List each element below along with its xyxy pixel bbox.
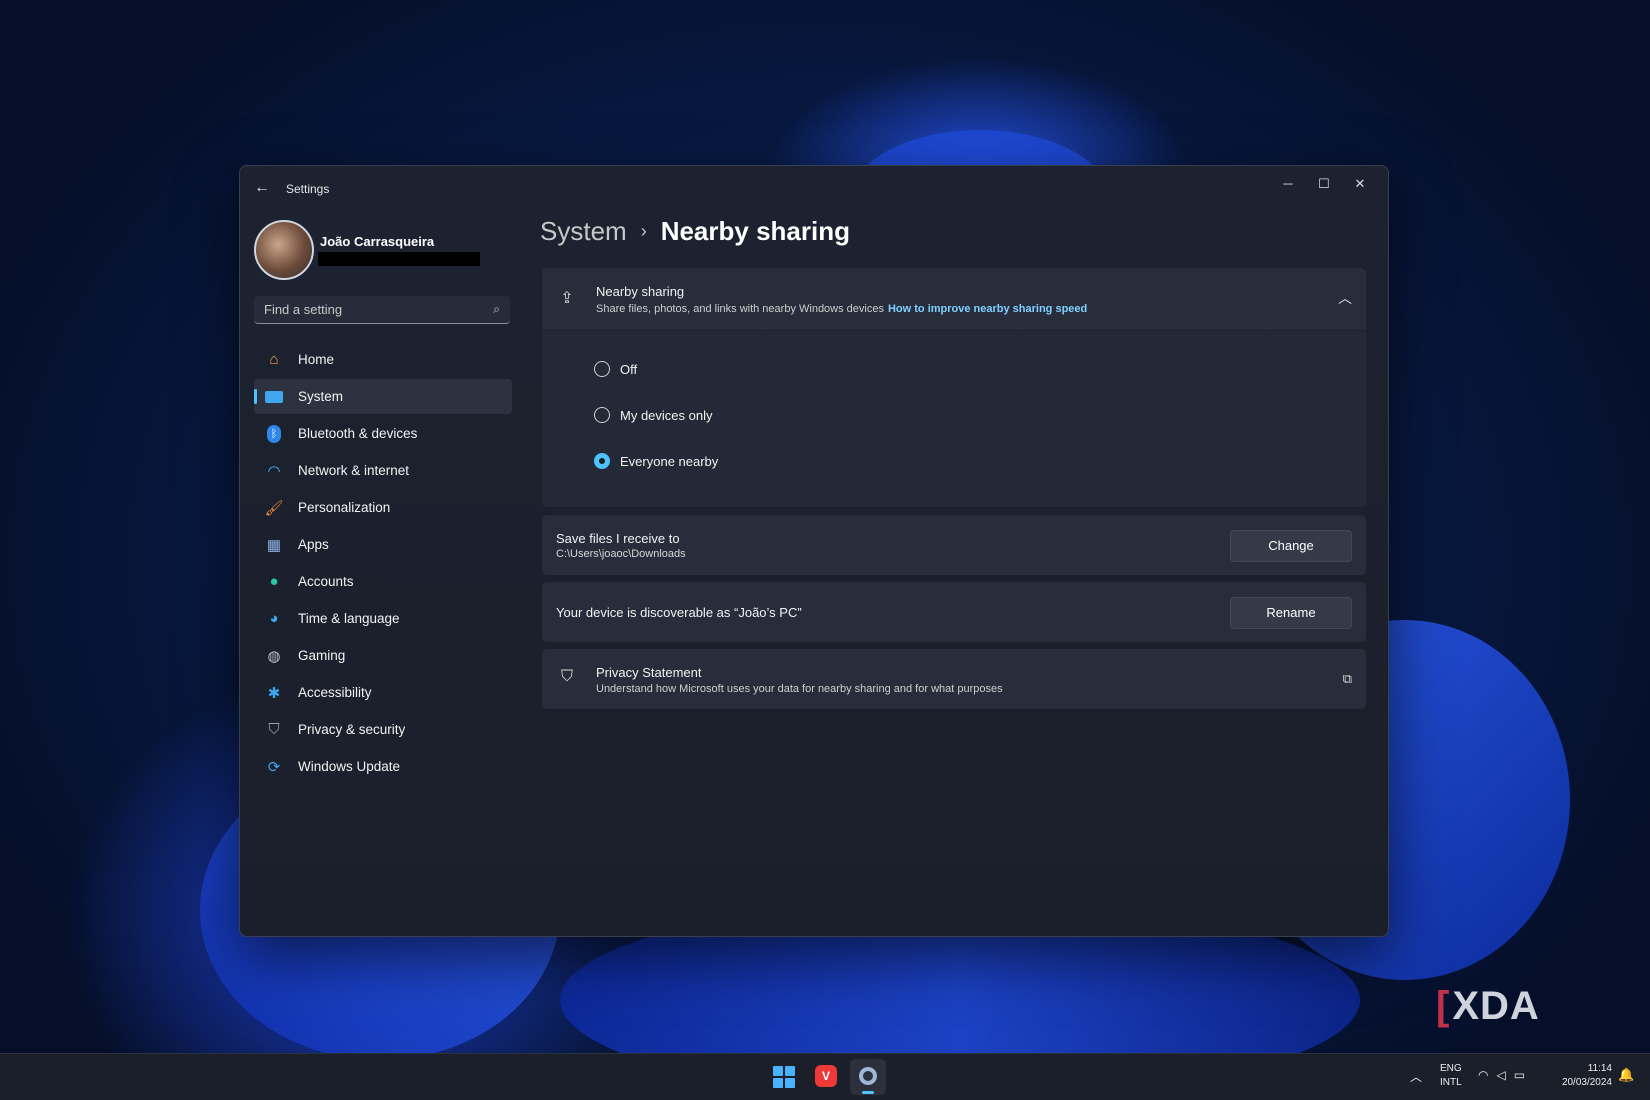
discoverable-card: Your device is discoverable as “João’s P…: [542, 582, 1366, 642]
maximize-button[interactable]: ☐: [1306, 170, 1342, 198]
sidebar-item-system[interactable]: System: [254, 379, 512, 414]
improve-speed-link[interactable]: How to improve nearby sharing speed: [888, 303, 1087, 315]
sidebar-item-label: Privacy & security: [298, 722, 406, 737]
radio-button[interactable]: [594, 407, 610, 423]
shield-icon: ⛉: [268, 721, 280, 738]
sidebar-item-apps[interactable]: ▦ Apps: [254, 527, 512, 562]
globe-clock-icon: ◕: [269, 610, 279, 627]
save-files-title: Save files I receive to: [556, 531, 680, 546]
privacy-statement-card[interactable]: ⛉ Privacy Statement Understand how Micro…: [542, 649, 1366, 709]
back-arrow-icon[interactable]: ←: [250, 178, 274, 198]
privacy-title: Privacy Statement: [596, 665, 702, 680]
sidebar-item-personalization[interactable]: 🖌 Personalization: [254, 490, 512, 525]
sidebar-item-privacy-security[interactable]: ⛉ Privacy & security: [254, 712, 512, 747]
share-icon: ⇪: [560, 290, 574, 307]
app-title: Settings: [286, 182, 330, 196]
nearby-sharing-options: Off My devices only Everyone nearby: [542, 331, 1366, 507]
radio-label: My devices only: [620, 407, 713, 423]
radio-button[interactable]: [594, 361, 610, 377]
sidebar-item-label: Accessibility: [298, 685, 372, 700]
sidebar-item-accounts[interactable]: ● Accounts: [254, 564, 512, 599]
brush-icon: 🖌: [264, 499, 284, 517]
radio-my-devices-only[interactable]: My devices only: [594, 407, 712, 423]
sidebar-item-label: Windows Update: [298, 759, 401, 774]
radio-label: Everyone nearby: [620, 453, 719, 469]
accessibility-icon: ✱: [267, 684, 281, 702]
volume-icon: ◁: [1496, 1068, 1514, 1082]
change-button[interactable]: Change: [1230, 530, 1352, 562]
clock[interactable]: 11:14 20/03/2024: [1550, 1062, 1612, 1090]
wifi-icon: ◠: [267, 462, 281, 480]
sidebar-item-network[interactable]: ◠ Network & internet: [254, 453, 512, 488]
main-content: System › Nearby sharing ⇪ Nearby sharing S…: [540, 210, 1366, 936]
breadcrumb: System › Nearby sharing: [540, 216, 850, 247]
nearby-sharing-subtitle: Share files, photos, and links with near…: [596, 303, 1088, 315]
notification-bell-icon[interactable]: 🔔: [1618, 1067, 1634, 1083]
close-button[interactable]: ✕: [1342, 170, 1378, 198]
radio-button-selected[interactable]: [594, 453, 610, 469]
search-input[interactable]: [264, 302, 474, 317]
sidebar-item-gaming[interactable]: ◍ Gaming: [254, 638, 512, 673]
radio-off[interactable]: Off: [594, 361, 637, 377]
sidebar-item-windows-update[interactable]: ⟳ Windows Update: [254, 749, 512, 784]
sidebar-item-label: Gaming: [298, 648, 346, 663]
sidebar-item-label: Apps: [298, 537, 329, 552]
shield-icon: ⛉: [560, 668, 573, 685]
breadcrumb-parent[interactable]: System: [540, 216, 627, 246]
battery-icon: ▭: [1513, 1068, 1534, 1082]
sidebar-item-label: Bluetooth & devices: [298, 426, 418, 441]
sidebar-item-label: Home: [298, 352, 335, 367]
sidebar-item-label: Accounts: [298, 574, 354, 589]
nearby-sharing-header[interactable]: ⇪ Nearby sharing Share files, photos, an…: [542, 268, 1366, 330]
wifi-icon: ◠: [1478, 1068, 1497, 1082]
sidebar-item-label: Network & internet: [298, 463, 410, 478]
discoverable-text: Your device is discoverable as “João’s P…: [556, 605, 802, 620]
apps-icon: ▦: [266, 536, 282, 554]
search-icon[interactable]: ⌕: [493, 302, 500, 317]
nearby-sharing-title: Nearby sharing: [596, 284, 685, 299]
settings-taskbar-icon[interactable]: [850, 1059, 886, 1095]
redacted-email: [318, 252, 480, 266]
page-title: Nearby sharing: [660, 216, 850, 246]
minimize-button[interactable]: ─: [1270, 170, 1306, 198]
radio-label: Off: [620, 361, 638, 377]
user-name: João Carrasqueira: [320, 234, 435, 249]
home-icon: ⌂: [269, 351, 279, 368]
breadcrumb-separator: ›: [640, 221, 647, 241]
gamepad-icon: ◍: [267, 647, 281, 665]
sidebar-item-bluetooth[interactable]: ᛒ Bluetooth & devices: [254, 416, 512, 451]
radio-everyone-nearby[interactable]: Everyone nearby: [594, 453, 718, 469]
external-link-icon[interactable]: ⧉: [1343, 671, 1352, 687]
sidebar-item-label: Personalization: [298, 500, 391, 515]
vivaldi-browser-icon[interactable]: V: [815, 1065, 837, 1087]
privacy-subtitle: Understand how Microsoft uses your data …: [596, 683, 1003, 695]
settings-window: ← Settings ─ ☐ ✕ João Carrasqueira ⌕ ⌂ H…: [239, 165, 1389, 937]
accounts-icon: ●: [269, 573, 279, 590]
sidebar-item-label: Time & language: [298, 611, 400, 626]
chevron-up-icon[interactable]: ︿: [1338, 288, 1352, 308]
search-box[interactable]: ⌕: [254, 296, 510, 324]
tray-overflow-chevron-icon[interactable]: ︿: [1410, 1068, 1422, 1085]
sidebar-item-home[interactable]: ⌂ Home: [254, 342, 512, 377]
sidebar-item-time-language[interactable]: ◕ Time & language: [254, 601, 512, 636]
rename-button[interactable]: Rename: [1230, 597, 1352, 629]
taskbar: V ︿ ENG INTL ◠◁▭ 11:14 20/03/2024 🔔: [0, 1053, 1650, 1100]
sidebar: João Carrasqueira ⌕ ⌂ Home System ᛒ Blue…: [240, 210, 520, 936]
windows-start-icon[interactable]: [773, 1066, 795, 1088]
sidebar-item-label: System: [298, 389, 344, 404]
sidebar-nav: ⌂ Home System ᛒ Bluetooth & devices ◠ Ne…: [254, 342, 512, 786]
xda-watermark: [XDA: [1436, 984, 1540, 1028]
avatar[interactable]: [254, 220, 314, 280]
language-indicator[interactable]: ENG INTL: [1440, 1062, 1462, 1090]
title-bar: ← Settings ─ ☐ ✕: [240, 166, 1388, 210]
system-icon: [264, 388, 284, 406]
sidebar-item-accessibility[interactable]: ✱ Accessibility: [254, 675, 512, 710]
save-files-card: Save files I receive to C:\Users\joaoc\D…: [542, 515, 1366, 575]
tray-status-icons[interactable]: ◠◁▭: [1478, 1068, 1533, 1082]
save-files-path: C:\Users\joaoc\Downloads: [556, 548, 686, 560]
update-icon: ⟳: [267, 758, 281, 776]
bluetooth-icon: ᛒ: [264, 424, 284, 443]
